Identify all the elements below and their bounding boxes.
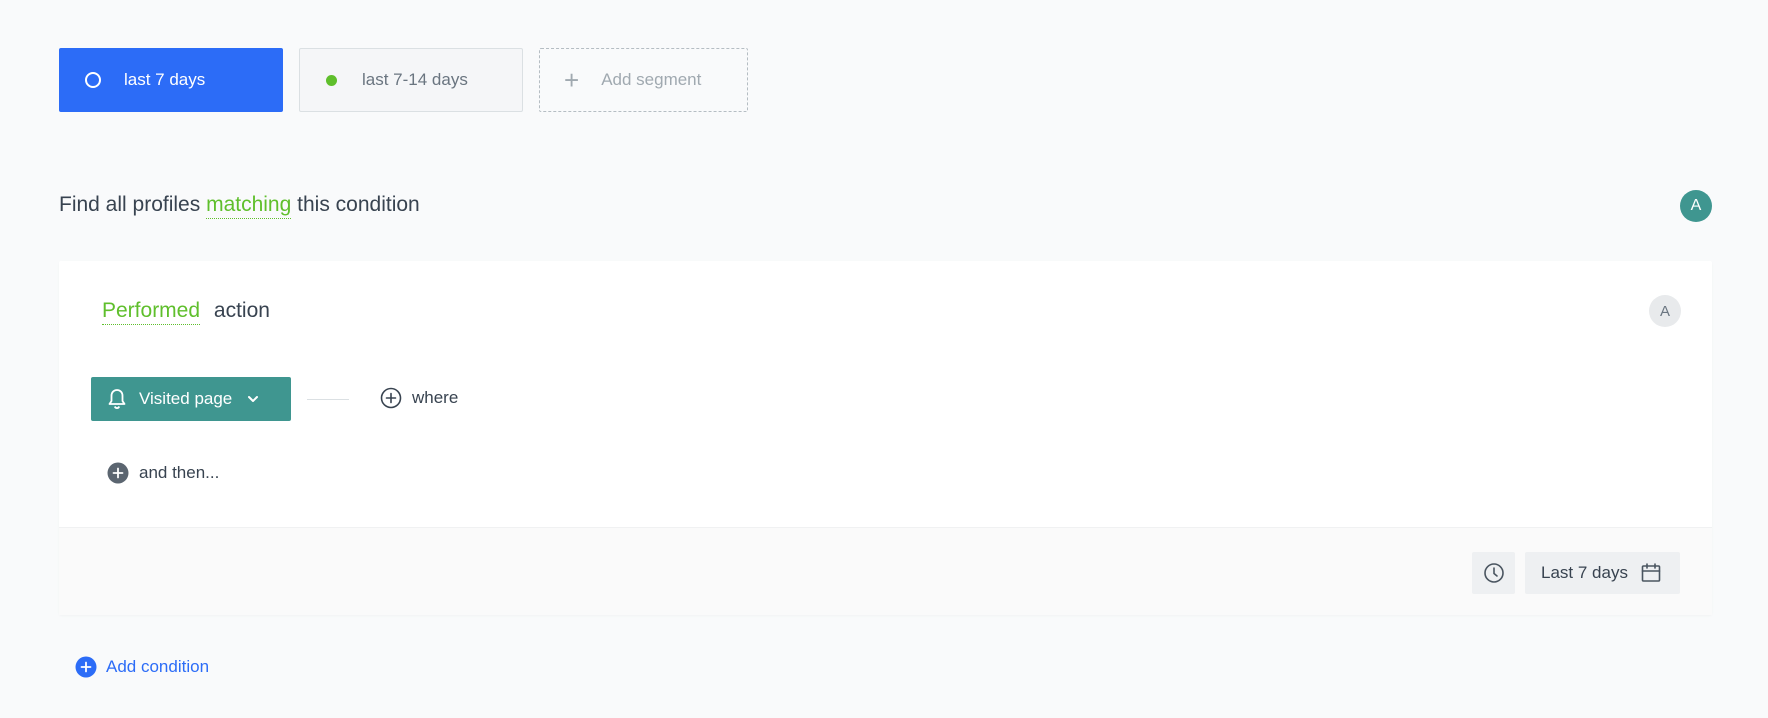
heading-suffix: this condition (297, 193, 420, 216)
segmentation-page: last 7 days last 7-14 days + Add segment… (0, 0, 1768, 718)
segment-tabs: last 7 days last 7-14 days + Add segment (59, 48, 748, 112)
plus-circle-filled-icon (107, 462, 129, 484)
event-select-button[interactable]: Visited page (91, 377, 291, 421)
date-range-button[interactable]: Last 7 days (1525, 552, 1680, 594)
segment-tab-last-7-14-days[interactable]: last 7-14 days (299, 48, 523, 112)
bell-icon (107, 388, 127, 410)
clock-icon (1483, 562, 1505, 584)
add-step-button[interactable]: and then... (107, 462, 219, 484)
condition-subject: action (213, 299, 270, 322)
add-where-button[interactable]: where (380, 387, 458, 409)
condition-card: Performed action A Visited page where an… (59, 261, 1712, 615)
add-condition-label: Add condition (106, 657, 210, 676)
plus-icon: + (564, 65, 580, 95)
segment-tab-last-7-days[interactable]: last 7 days (59, 48, 283, 112)
heading-prefix: Find all profiles (59, 193, 201, 216)
event-label: Visited page (139, 389, 233, 408)
match-mode-toggle[interactable]: matching (206, 193, 292, 219)
condition-group-avatar[interactable]: A (1680, 190, 1712, 222)
add-condition-button[interactable]: Add condition (75, 656, 209, 678)
chevron-down-icon (246, 394, 260, 404)
condition-heading: Find all profiles matching this conditio… (59, 193, 420, 219)
condition-footer: Last 7 days (59, 527, 1712, 615)
condition-avatar[interactable]: A (1649, 295, 1681, 327)
performed-mode-toggle[interactable]: Performed (102, 299, 201, 325)
calendar-icon (1640, 562, 1662, 584)
plus-circle-icon (75, 656, 97, 678)
segment-label: last 7-14 days (362, 70, 468, 89)
ring-icon (85, 72, 101, 88)
date-range-label: Last 7 days (1541, 563, 1628, 582)
and-then-label: and then... (139, 463, 220, 482)
plus-circle-icon (380, 387, 402, 409)
add-segment-button[interactable]: + Add segment (539, 48, 748, 112)
segment-label: last 7 days (124, 70, 206, 89)
connector-line (307, 399, 349, 400)
condition-title: Performed action (102, 299, 270, 325)
where-label: where (412, 388, 459, 407)
green-dot-icon (326, 74, 337, 86)
add-segment-label: Add segment (601, 70, 702, 89)
time-settings-button[interactable] (1472, 552, 1515, 594)
